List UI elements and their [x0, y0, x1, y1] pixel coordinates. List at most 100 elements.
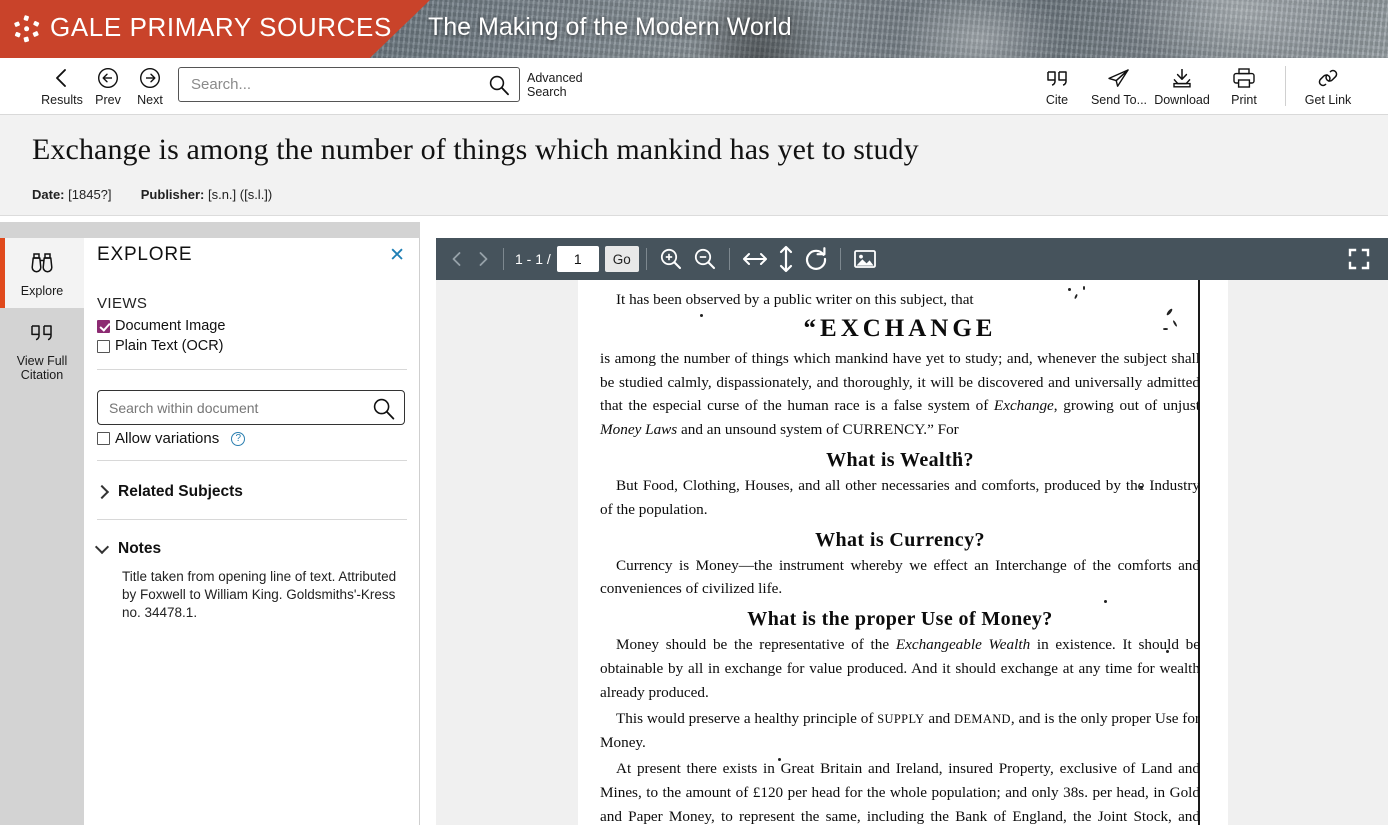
page-number-input[interactable] — [556, 246, 599, 272]
circle-arrow-right-icon — [131, 66, 169, 92]
fit-height-button[interactable] — [773, 242, 799, 276]
image-view-button[interactable] — [848, 242, 882, 276]
date-value: [1845?] — [68, 187, 112, 202]
divider — [728, 248, 730, 270]
gale-burst-icon — [14, 15, 40, 43]
get-link-button[interactable]: Get Link — [1296, 66, 1360, 107]
explore-panel-heading: EXPLORE — [97, 244, 193, 265]
brand-title[interactable]: GALE PRIMARY SOURCES — [50, 12, 392, 43]
sidebar-item-explore[interactable]: Explore — [0, 238, 84, 308]
scanned-text: It has been observed by a public writer … — [600, 288, 1200, 825]
publisher-label: Publisher: — [140, 187, 205, 202]
chevron-left-icon — [34, 66, 90, 92]
divider — [97, 460, 407, 461]
scan-paragraph-currency: Currency is Money—the instrument whereby… — [600, 556, 1200, 598]
document-title-band: Exchange is among the number of things w… — [0, 115, 1388, 216]
page-range-label: 1 - 1 / — [515, 251, 551, 267]
send-to-button[interactable]: Send To... — [1088, 66, 1150, 107]
scan-opening-line: It has been observed by a public writer … — [616, 291, 974, 308]
go-button[interactable]: Go — [604, 246, 639, 272]
next-button[interactable]: Next — [131, 66, 169, 107]
search-within-document-box[interactable] — [97, 390, 405, 425]
scan-paragraph-property: At present there exists in Great Britain… — [600, 760, 1200, 825]
download-button[interactable]: Download — [1150, 66, 1214, 107]
viewer-toolbar: 1 - 1 / Go — [436, 238, 1388, 280]
scan-paragraph-wealth: But Food, Clothing, Houses, and all othe… — [600, 476, 1200, 518]
divider — [645, 248, 647, 270]
checkbox-checked-icon — [97, 319, 110, 333]
help-circle-icon[interactable]: ? — [231, 431, 246, 446]
send-to-label: Send To... — [1090, 93, 1148, 107]
zoom-out-button[interactable] — [688, 242, 722, 276]
next-label: Next — [137, 93, 163, 107]
page-title: Exchange is among the number of things w… — [32, 133, 919, 166]
advanced-search-line1: Advanced — [527, 71, 583, 85]
scan-heading-wealth: What is Wealth? — [826, 448, 974, 471]
download-label: Download — [1154, 93, 1210, 107]
document-metadata: Date: [1845?] Publisher: [s.n.] ([s.l.]) — [32, 187, 272, 202]
printer-icon — [1218, 66, 1270, 92]
checkbox-document-image[interactable]: Document Image — [97, 318, 225, 334]
print-button[interactable]: Print — [1218, 66, 1270, 107]
rotate-button[interactable] — [799, 242, 833, 276]
search-within-input[interactable] — [107, 391, 357, 424]
scan-paragraph-1: is among the number of things which mank… — [600, 349, 1200, 439]
search-icon[interactable] — [372, 397, 396, 426]
brand-header: GALE PRIMARY SOURCES The Making of the M… — [0, 0, 1388, 58]
scanned-page-image[interactable]: It has been observed by a public writer … — [578, 280, 1228, 825]
scan-heading-currency: What is Currency? — [815, 528, 985, 551]
circle-arrow-left-icon — [90, 66, 126, 92]
checkbox-unchecked-icon — [97, 432, 110, 445]
get-link-label: Get Link — [1304, 93, 1352, 107]
toolbar-divider — [1285, 66, 1286, 106]
page-canvas[interactable]: It has been observed by a public writer … — [436, 280, 1388, 825]
divider — [97, 369, 407, 370]
scan-heading-exchange: “EXCHANGE — [803, 314, 997, 342]
advanced-search-link[interactable]: Advanced Search — [527, 71, 583, 99]
checkbox-unchecked-icon — [97, 339, 110, 353]
advanced-search-line2: Search — [527, 85, 567, 99]
prev-label: Prev — [95, 93, 121, 107]
paper-plane-icon — [1088, 66, 1150, 92]
related-subjects-label: Related Subjects — [118, 483, 243, 500]
fit-width-button[interactable] — [737, 242, 773, 276]
scan-paragraph-use: Money should be the representative of th… — [600, 636, 1200, 701]
search-icon[interactable] — [488, 74, 510, 101]
close-icon[interactable]: ✕ — [389, 246, 405, 265]
sidebar-tab-rail: Explore View Full Citation — [0, 238, 84, 825]
quote-icon — [1030, 66, 1084, 92]
checkbox-allow-variations[interactable]: Allow variations ? — [97, 430, 246, 447]
plain-text-label: Plain Text (OCR) — [115, 338, 224, 354]
main-toolbar: Results Prev Next Advanced Search Cite S… — [0, 58, 1388, 115]
document-viewer: 1 - 1 / Go — [436, 238, 1388, 825]
date-label: Date: — [32, 187, 65, 202]
fullscreen-button[interactable] — [1338, 242, 1380, 276]
accordion-related-subjects[interactable]: Related Subjects — [94, 483, 243, 501]
chevron-down-icon — [94, 539, 110, 555]
quote-icon — [31, 325, 52, 341]
scan-paragraph-supply: This would preserve a healthy principle … — [600, 709, 1200, 752]
sidebar-item-view-full-citation[interactable]: View Full Citation — [0, 308, 84, 392]
prev-button[interactable]: Prev — [90, 66, 126, 107]
sidebar-item-explore-label: Explore — [20, 284, 64, 298]
next-page-button[interactable] — [470, 238, 496, 280]
panel-top-strip — [0, 222, 420, 238]
collection-title: The Making of the Modern World — [428, 13, 792, 41]
document-image-label: Document Image — [115, 318, 226, 334]
scan-heading-use-of-money: What is the proper Use of Money? — [747, 608, 1053, 631]
cite-label: Cite — [1045, 93, 1069, 107]
search-input[interactable] — [189, 68, 469, 101]
previous-page-button[interactable] — [444, 238, 470, 280]
print-label: Print — [1231, 93, 1257, 107]
views-section-label: VIEWS — [97, 295, 148, 312]
search-box[interactable] — [178, 67, 520, 102]
results-button[interactable]: Results — [34, 66, 90, 107]
binoculars-icon — [31, 253, 53, 273]
checkbox-plain-text-ocr[interactable]: Plain Text (OCR) — [97, 338, 224, 354]
publisher-value: [s.n.] ([s.l.]) — [207, 187, 273, 202]
cite-button[interactable]: Cite — [1030, 66, 1084, 107]
results-label: Results — [41, 93, 83, 107]
zoom-in-button[interactable] — [654, 242, 688, 276]
accordion-notes[interactable]: Notes — [94, 539, 161, 558]
allow-variations-label: Allow variations — [115, 430, 220, 447]
